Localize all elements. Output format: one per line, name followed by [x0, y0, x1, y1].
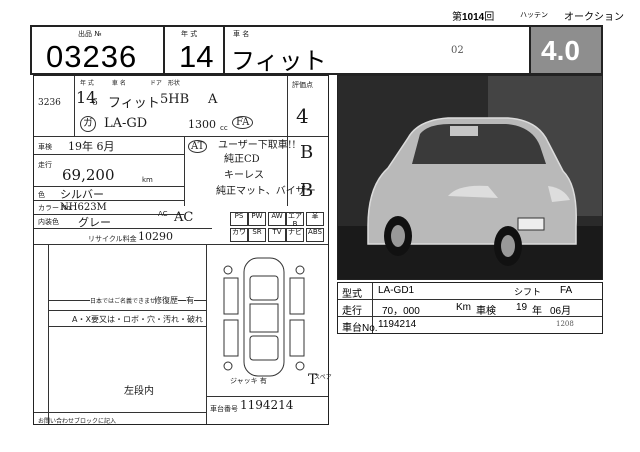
- spec-mileage-unit: Km: [456, 302, 471, 313]
- sheet-at-mark: AT: [188, 140, 208, 153]
- exterior-grade: B: [300, 180, 314, 201]
- spec-shift-label: シフト: [514, 287, 542, 297]
- lot-number: 03236: [46, 39, 138, 74]
- spec-inspection-year: 19: [516, 302, 528, 313]
- spec-mileage-value: 70，000: [382, 306, 420, 317]
- equipment-pw: PW: [248, 212, 266, 226]
- sheet-mileage-unit: km: [142, 176, 153, 184]
- footer-note: お問い合わせブロックに記入: [38, 418, 117, 425]
- sheet-inspection-label: 車検: [38, 143, 52, 151]
- repair-history-label: 修復歴: [154, 295, 178, 306]
- sheet-chassis-code: LA-GD: [104, 116, 148, 131]
- spec-shift-value: FA: [560, 285, 573, 296]
- sheet-fuel: ガ: [80, 116, 96, 132]
- jack-label: ジャッキ 有: [230, 377, 267, 385]
- equipment-navi: ナビ: [286, 228, 304, 242]
- sheet-displacement: 1300: [188, 118, 216, 131]
- car-name: フィット: [231, 48, 327, 75]
- session-label: 第1014回: [452, 8, 494, 23]
- sheet-displacement-unit: cc: [220, 124, 228, 132]
- hattenten-text: ハッテン: [520, 12, 548, 19]
- spec-inspection-month: 06月: [550, 306, 572, 317]
- sheet-mileage-label: 走行: [38, 161, 52, 169]
- car-photo: [337, 75, 603, 280]
- grade-score-box: 4.0: [531, 25, 603, 75]
- japan-only-label: 日本ではご名義できません: [90, 296, 162, 305]
- sheet-score: 4: [296, 104, 309, 128]
- spec-model-label: 型式: [342, 289, 362, 300]
- spec-chassis-value: 1194214: [378, 319, 417, 330]
- sheet-body-type: 5HB: [160, 92, 190, 107]
- session-number: 1014: [462, 12, 485, 23]
- interior-grade: B: [300, 142, 314, 163]
- handwriting-bottom: 左段内: [124, 386, 154, 397]
- sheet-ac-label: AC: [158, 210, 168, 218]
- equipment-airbag: エアB: [286, 212, 304, 228]
- car-name-label: 車 名: [233, 30, 250, 38]
- sheet-color-no: NH623M: [60, 202, 107, 213]
- lot-number-label: 出品 №: [78, 30, 102, 38]
- spec-model-value: LA-GD1: [378, 285, 415, 296]
- repair-history-value: 有: [186, 295, 194, 306]
- session-suffix: 回: [484, 12, 495, 23]
- sheet-recycle-label: リサイクル料金: [88, 235, 137, 243]
- grade-score: 4.0: [541, 35, 580, 66]
- sheet-header-labels: 年 式 車 名 ドア 形状: [80, 80, 180, 87]
- car-name-box: 車 名 フィット 02: [225, 25, 531, 75]
- spare-label: スペア: [314, 374, 332, 381]
- lot-number-box: 出品 № 03236: [30, 25, 165, 75]
- chassis-no-label: 車台番号: [210, 405, 238, 413]
- year-label: 年 式: [181, 30, 198, 38]
- equipment-leather: 革: [306, 212, 324, 226]
- sheet-note-1: ユーザー下取車!!: [218, 140, 296, 151]
- auction-text: オークション: [564, 12, 624, 23]
- sheet-model-name: フィット: [108, 96, 160, 111]
- model-year: 14: [179, 39, 214, 74]
- equipment-abs: ABS: [306, 228, 324, 242]
- spec-chassis-label: 車台No.: [342, 323, 378, 334]
- sheet-transmission: A: [208, 92, 218, 107]
- equipment-kawa: カワ: [230, 228, 248, 242]
- session-prefix: 第: [452, 12, 462, 23]
- spec-mileage-label: 走行: [342, 306, 362, 317]
- equipment-tv: TV: [268, 228, 286, 242]
- sheet-mileage-value: 69,200: [62, 166, 115, 184]
- sheet-year-sub: 6: [92, 98, 98, 108]
- sheet-color-label: 色: [38, 191, 45, 199]
- inspection-sheet: 年 式 車 名 ドア 形状 3236 14 6 フィット 5HB A ガ LA-…: [33, 75, 332, 425]
- equipment-aw: AW: [268, 212, 286, 226]
- sheet-note-2: 純正CD: [224, 154, 260, 165]
- sheet-ac-value: AC: [174, 210, 194, 225]
- corner-note: 1208: [556, 320, 574, 328]
- sheet-fa: FA: [232, 116, 254, 129]
- sheet-note-3: キーレス: [224, 170, 264, 181]
- defects-label: A・X要又は・ロボ・穴・汚れ・破れ: [72, 315, 203, 324]
- equipment-sr: SR: [248, 228, 266, 242]
- sheet-score-label: 評価点: [292, 81, 313, 89]
- handwritten-mark: 02: [451, 45, 464, 56]
- equipment-ps: PS: [230, 212, 248, 226]
- sheet-trim-label: 内装色: [38, 218, 59, 226]
- spec-inspection-year-unit: 年: [532, 306, 542, 317]
- car-diagram: [223, 257, 305, 377]
- sheet-inspection-value: 19年 6月: [68, 140, 115, 153]
- sheet-lot-number: 3236: [38, 98, 61, 108]
- sheet-recycle-value: 10290: [138, 230, 173, 243]
- car-photo-svg: [338, 76, 602, 279]
- spec-inspection-label: 車検: [476, 306, 496, 317]
- chassis-no-hand: 1194214: [240, 398, 294, 412]
- year-box: 年 式 14: [165, 25, 225, 75]
